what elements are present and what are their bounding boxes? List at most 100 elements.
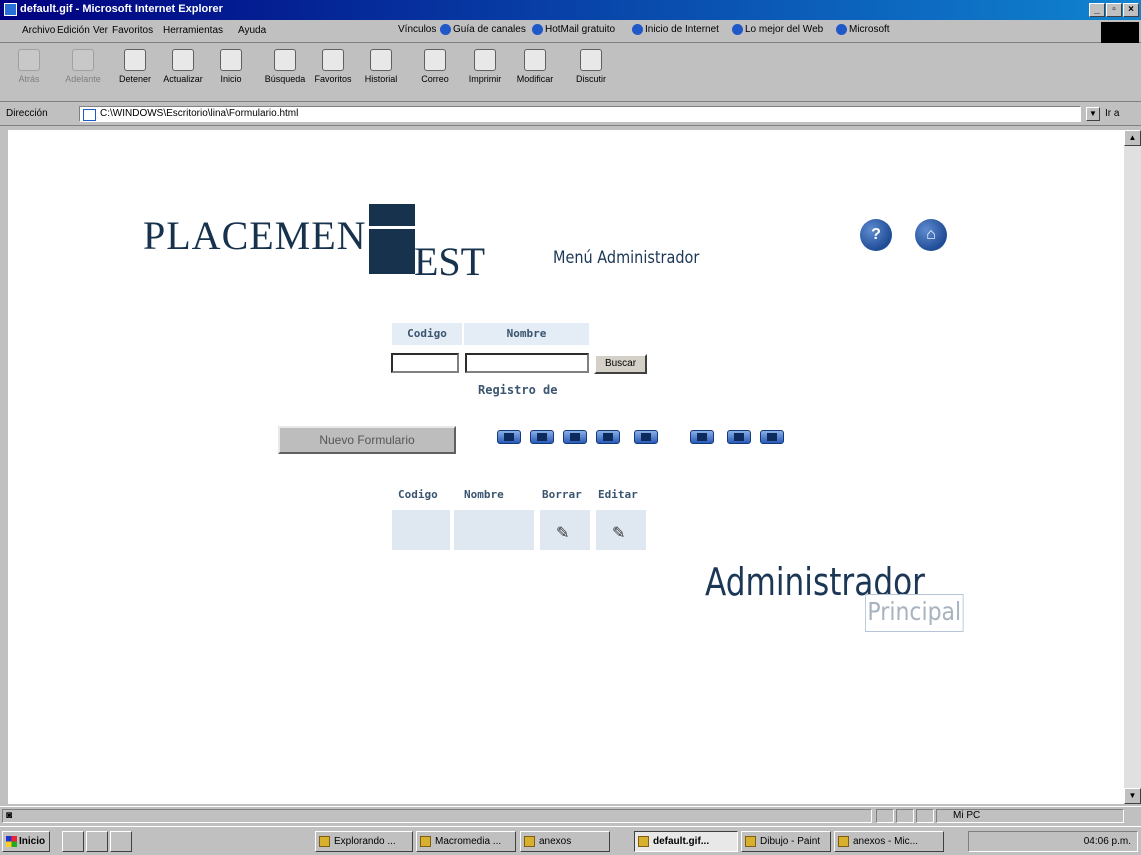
registro-label: Registro de — [478, 383, 558, 397]
word-icon — [838, 836, 849, 847]
help-icon[interactable]: ? — [860, 219, 892, 251]
task-paint[interactable]: Dibujo - Paint — [741, 831, 831, 852]
last-record-icon[interactable] — [760, 430, 784, 444]
home-icon[interactable]: ⌂ — [915, 219, 947, 251]
scroll-down-icon[interactable]: ▼ — [1124, 788, 1141, 804]
next-page-icon[interactable] — [690, 430, 714, 444]
ie-icon — [4, 3, 17, 16]
quicklaunch-desktop-icon[interactable] — [110, 831, 132, 852]
link-microsoft[interactable]: Microsoft — [836, 24, 890, 35]
search-button[interactable]: Búsqueda — [262, 47, 308, 84]
history-icon — [370, 49, 392, 71]
forward-button[interactable]: Adelante — [60, 47, 106, 84]
result-cell-codigo — [392, 510, 450, 550]
link-hotmail[interactable]: HotMail gratuito — [532, 24, 615, 35]
ie-page-icon: ◙ — [6, 810, 13, 821]
result-header-editar: Editar — [598, 488, 638, 501]
result-header-nombre: Nombre — [464, 488, 504, 501]
address-input[interactable]: C:\WINDOWS\Escritorio\lina\Formulario.ht… — [79, 106, 1081, 122]
home-button[interactable]: Inicio — [208, 47, 254, 84]
back-arrow-icon — [18, 49, 40, 71]
nuevo-formulario-button[interactable]: Nuevo Formulario — [278, 426, 456, 454]
menu-favoritos[interactable]: Favoritos — [112, 25, 153, 36]
stop-button[interactable]: Detener — [112, 47, 158, 84]
quicklaunch-outlook-icon[interactable] — [86, 831, 108, 852]
buscar-button[interactable]: Buscar — [594, 354, 647, 374]
close-button[interactable]: × — [1123, 3, 1139, 17]
task-macromedia[interactable]: Macromedia ... — [416, 831, 516, 852]
minimize-button[interactable]: _ — [1089, 3, 1105, 17]
result-header-codigo: Codigo — [398, 488, 438, 501]
ie-page-icon — [532, 24, 543, 35]
mail-icon — [424, 49, 446, 71]
next-group-icon[interactable] — [727, 430, 751, 444]
task-default-gif[interactable]: default.gif... — [634, 831, 738, 852]
history-button[interactable]: Historial — [358, 47, 404, 84]
search-header-nombre: Nombre — [464, 323, 589, 345]
stop-icon — [124, 49, 146, 71]
print-icon — [474, 49, 496, 71]
edit-icon — [524, 49, 546, 71]
quicklaunch-ie-icon[interactable] — [62, 831, 84, 852]
maximize-button[interactable]: ▫ — [1106, 3, 1122, 17]
prev-page-icon[interactable] — [530, 430, 554, 444]
windows-logo-icon — [6, 836, 17, 847]
logo-t-block — [369, 204, 415, 274]
folder-icon — [319, 836, 330, 847]
result-cell-nombre — [454, 510, 534, 550]
address-label: Dirección — [6, 108, 48, 119]
codigo-input[interactable] — [391, 353, 459, 373]
status-text: ◙ — [2, 809, 872, 823]
start-button[interactable]: Inicio — [2, 831, 50, 852]
logo-est: EST — [414, 239, 486, 284]
discuss-button[interactable]: Discutir — [568, 47, 614, 84]
pencil-icon[interactable]: ✎ — [612, 523, 625, 543]
links-label: Vínculos — [398, 24, 437, 35]
discuss-icon — [580, 49, 602, 71]
folder-icon — [524, 836, 535, 847]
paint-icon — [745, 836, 756, 847]
mail-button[interactable]: Correo — [412, 47, 458, 84]
menu-archivo[interactable]: Archivo — [22, 25, 55, 36]
go-button[interactable]: Ir a — [1105, 108, 1119, 119]
ie-page-icon — [632, 24, 643, 35]
search-icon — [274, 49, 296, 71]
menu-herramientas[interactable]: Herramientas — [163, 25, 223, 36]
task-anexos[interactable]: anexos — [520, 831, 610, 852]
forward-arrow-icon — [72, 49, 94, 71]
vertical-scrollbar[interactable]: ▲ ▼ — [1124, 130, 1141, 804]
play-icon[interactable] — [596, 430, 620, 444]
page-icon — [83, 109, 96, 121]
clock[interactable]: 04:06 p.m. — [1084, 836, 1131, 847]
menu-ver[interactable]: Ver — [93, 25, 108, 36]
first-record-icon[interactable] — [497, 430, 521, 444]
menu-ayuda[interactable]: Ayuda — [238, 25, 266, 36]
back-button[interactable]: Atrás — [6, 47, 52, 84]
refresh-button[interactable]: Actualizar — [160, 47, 206, 84]
next-record-icon[interactable] — [634, 430, 658, 444]
refresh-icon — [172, 49, 194, 71]
scroll-up-icon[interactable]: ▲ — [1124, 130, 1141, 146]
prev-record-icon[interactable] — [563, 430, 587, 444]
result-header-borrar: Borrar — [542, 488, 582, 501]
status-panel — [896, 809, 914, 823]
link-inicio-internet[interactable]: Inicio de Internet — [632, 24, 719, 35]
menu-edicion[interactable]: Edición — [57, 25, 90, 36]
link-lo-mejor[interactable]: Lo mejor del Web — [732, 24, 823, 35]
chevron-down-icon[interactable]: ▼ — [1086, 107, 1100, 121]
status-panel — [876, 809, 894, 823]
ie-icon — [638, 836, 649, 847]
title-bar: default.gif - Microsoft Internet Explore… — [0, 0, 1141, 20]
link-guia[interactable]: Guía de canales — [440, 24, 526, 35]
favorites-button[interactable]: Favoritos — [310, 47, 356, 84]
ie-page-icon — [732, 24, 743, 35]
favorites-icon — [322, 49, 344, 71]
task-explorando[interactable]: Explorando ... — [315, 831, 413, 852]
address-bar: Dirección C:\WINDOWS\Escritorio\lina\For… — [0, 103, 1141, 126]
nombre-input[interactable] — [465, 353, 589, 373]
edit-button[interactable]: Modificar — [512, 47, 558, 84]
print-button[interactable]: Imprimir — [462, 47, 508, 84]
ie-page-icon — [440, 24, 451, 35]
task-anexos-word[interactable]: anexos - Mic... — [834, 831, 944, 852]
pencil-icon[interactable]: ✎ — [556, 523, 569, 543]
